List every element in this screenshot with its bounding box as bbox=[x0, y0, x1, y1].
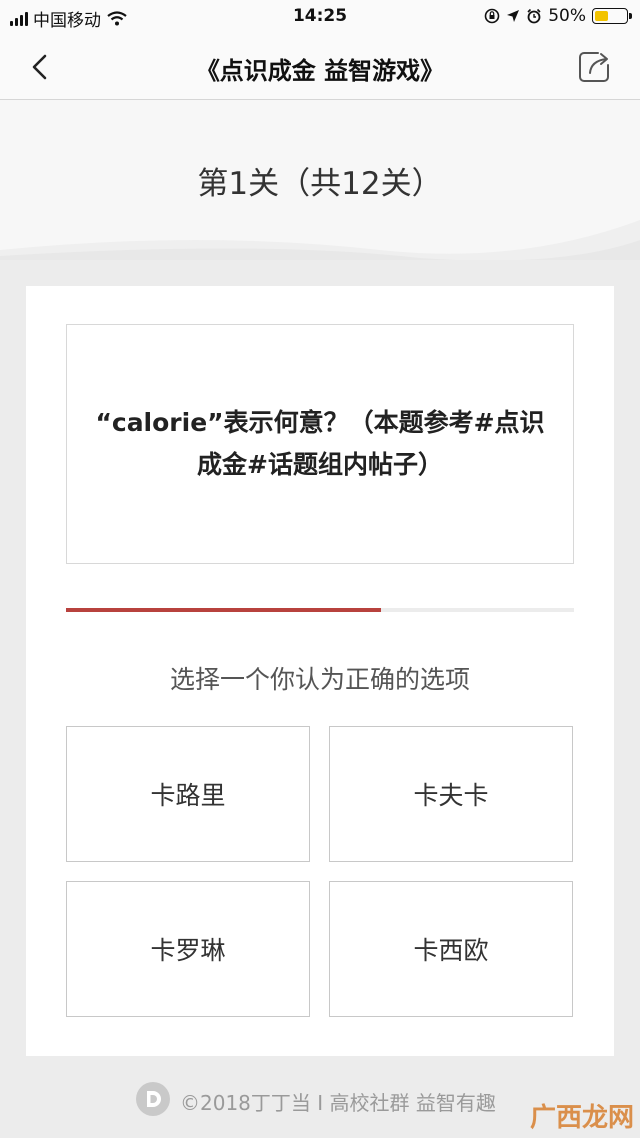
option-button[interactable]: 卡罗琳 bbox=[66, 881, 310, 1017]
footer-text: ©2018丁丁当 I 高校社群 益智有趣 bbox=[180, 1091, 496, 1115]
page-title: 《点识成金 益智游戏》 bbox=[195, 57, 445, 85]
quiz-card: “calorie”表示何意？（本题参考#点识成金#话题组内帖子） 选择一个你认为… bbox=[26, 286, 614, 1056]
progress-track bbox=[66, 608, 574, 612]
location-icon bbox=[507, 10, 520, 22]
battery-percent: 50% bbox=[548, 6, 586, 26]
status-bar: 中国移动 14:25 50% bbox=[0, 0, 640, 34]
rotation-lock-icon bbox=[484, 8, 500, 24]
watermark: 广西龙网 bbox=[529, 1103, 634, 1133]
nav-bar: 《点识成金 益智游戏》 bbox=[0, 34, 640, 100]
battery-icon bbox=[592, 8, 632, 24]
progress-bar bbox=[66, 608, 381, 612]
option-button[interactable]: 卡路里 bbox=[66, 726, 310, 862]
level-header: 第1关（共12关） bbox=[0, 100, 640, 260]
brand-logo-icon bbox=[136, 1082, 170, 1116]
back-arrow-icon[interactable] bbox=[24, 50, 58, 84]
status-right: 50% bbox=[484, 6, 632, 26]
share-icon[interactable] bbox=[576, 49, 612, 85]
alarm-icon bbox=[527, 8, 541, 24]
level-title: 第1关（共12关） bbox=[197, 166, 443, 202]
option-button[interactable]: 卡西欧 bbox=[329, 881, 573, 1017]
question-text: “calorie”表示何意？（本题参考#点识成金#话题组内帖子） bbox=[95, 408, 545, 479]
instruction-text: 选择一个你认为正确的选项 bbox=[169, 665, 470, 694]
battery-fill bbox=[595, 11, 608, 21]
option-button[interactable]: 卡夫卡 bbox=[329, 726, 573, 862]
question-box: “calorie”表示何意？（本题参考#点识成金#话题组内帖子） bbox=[66, 324, 574, 564]
